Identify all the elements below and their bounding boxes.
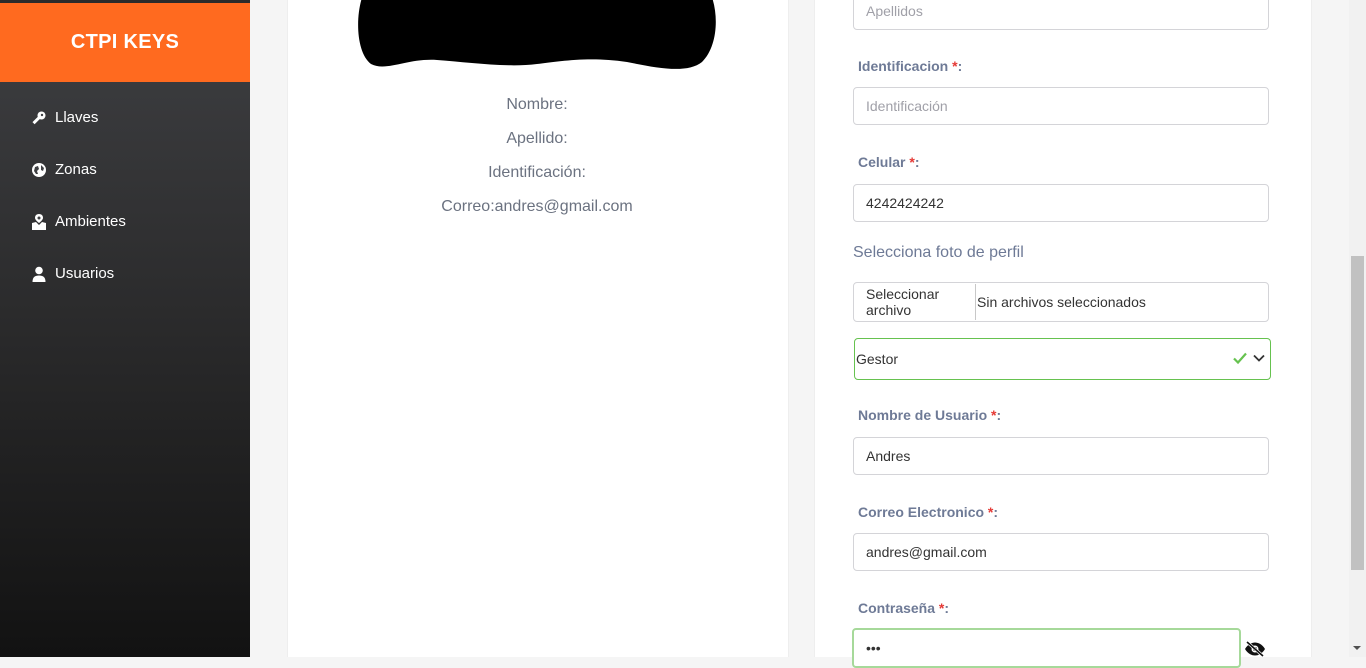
identificacion-label: Identificacion *: (858, 58, 962, 74)
map-location-icon (32, 213, 46, 230)
identificacion-label-text: Identificacion (858, 58, 949, 74)
label-colon: : (944, 600, 950, 616)
password-field[interactable]: ••• (852, 628, 1241, 668)
correo-field[interactable]: andres@gmail.com (853, 533, 1269, 571)
select-file-button[interactable]: Seleccionar archivo (854, 284, 976, 320)
user-icon (32, 266, 46, 282)
label-colon: : (996, 407, 1002, 423)
password-label-text: Contraseña (858, 600, 936, 616)
check-icon (1233, 352, 1247, 365)
password-label: Contraseña *: (858, 600, 949, 616)
label-colon: : (914, 154, 920, 170)
sidebar-item-llaves[interactable]: Llaves (31, 109, 98, 126)
chevron-down-icon (1253, 354, 1265, 362)
foto-perfil-file-input[interactable]: Seleccionar archivo Sin archivos selecci… (853, 282, 1269, 322)
foto-perfil-label: Selecciona foto de perfil (853, 244, 1024, 261)
sidebar-item-label: Ambientes (55, 213, 126, 230)
identificacion-field[interactable]: Identificación (853, 87, 1269, 125)
file-status: Sin archivos seleccionados (977, 294, 1146, 310)
eye-slash-icon[interactable] (1244, 641, 1266, 657)
brand-logo[interactable]: CTPI KEYS (0, 3, 250, 82)
correo-label-text: Correo Electronico (858, 504, 985, 520)
profile-apellido: Apellido: (506, 130, 568, 147)
celular-label-text: Celular (858, 154, 906, 170)
correo-label: Correo Electronico *: (858, 504, 998, 520)
globe-icon (32, 162, 46, 177)
label-colon: : (957, 58, 963, 74)
celular-label: Celular *: (858, 154, 919, 170)
rol-select-value: Gestor (856, 351, 899, 367)
sidebar-item-ambientes[interactable]: Ambientes (31, 213, 126, 230)
usuario-field[interactable]: Andres (853, 437, 1269, 475)
sidebar: CTPI KEYS Llaves Zonas Ambientes Usuario… (0, 0, 250, 657)
usuario-label: Nombre de Usuario *: (858, 407, 1001, 423)
rol-select[interactable]: Gestor (854, 338, 1271, 380)
sidebar-item-label: Llaves (55, 109, 99, 126)
profile-photo (358, 0, 716, 69)
sidebar-item-label: Zonas (55, 161, 97, 178)
sidebar-item-zonas[interactable]: Zonas (31, 161, 97, 178)
scrollbar-thumb[interactable] (1351, 256, 1364, 570)
scroll-down-arrow-icon[interactable] (1352, 643, 1362, 653)
sidebar-item-label: Usuarios (55, 265, 115, 282)
label-colon: : (993, 504, 999, 520)
apellidos-field[interactable]: Apellidos (853, 0, 1269, 30)
usuario-label-text: Nombre de Usuario (858, 407, 988, 423)
sidebar-item-usuarios[interactable]: Usuarios (31, 265, 114, 282)
celular-field[interactable]: 4242424242 (853, 184, 1269, 222)
password-value: ••• (866, 640, 881, 656)
profile-nombre: Nombre: (506, 96, 568, 113)
key-icon (32, 111, 46, 124)
profile-identificacion: Identificación: (488, 164, 586, 181)
profile-correo: Correo:andres@gmail.com (441, 198, 633, 215)
